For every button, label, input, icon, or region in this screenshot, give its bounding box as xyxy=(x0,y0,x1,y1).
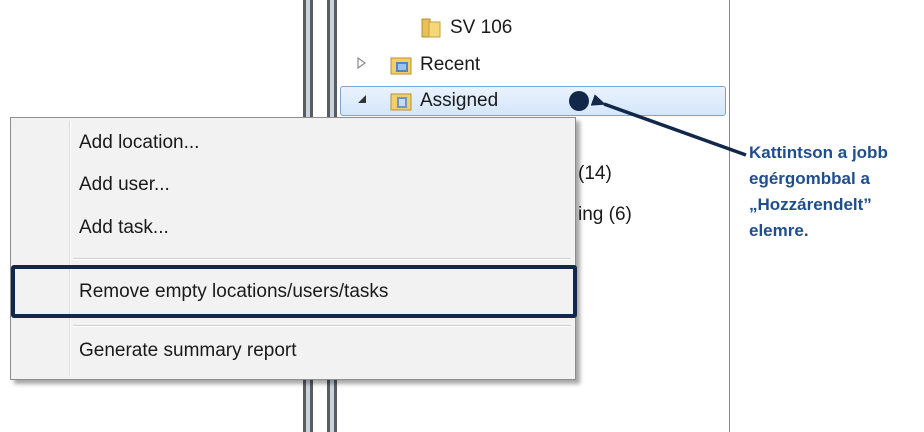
annotation-line: „Hozzárendelt” xyxy=(749,195,872,214)
click-target-dot xyxy=(569,91,589,111)
annotation-line: egérgombbal a xyxy=(749,169,870,188)
annotation-callout: Kattintson a jobb egérgombbal a „Hozzáre… xyxy=(749,140,921,244)
annotation-line: Kattintson a jobb xyxy=(749,143,888,162)
annotation-line: elemre. xyxy=(749,221,809,240)
